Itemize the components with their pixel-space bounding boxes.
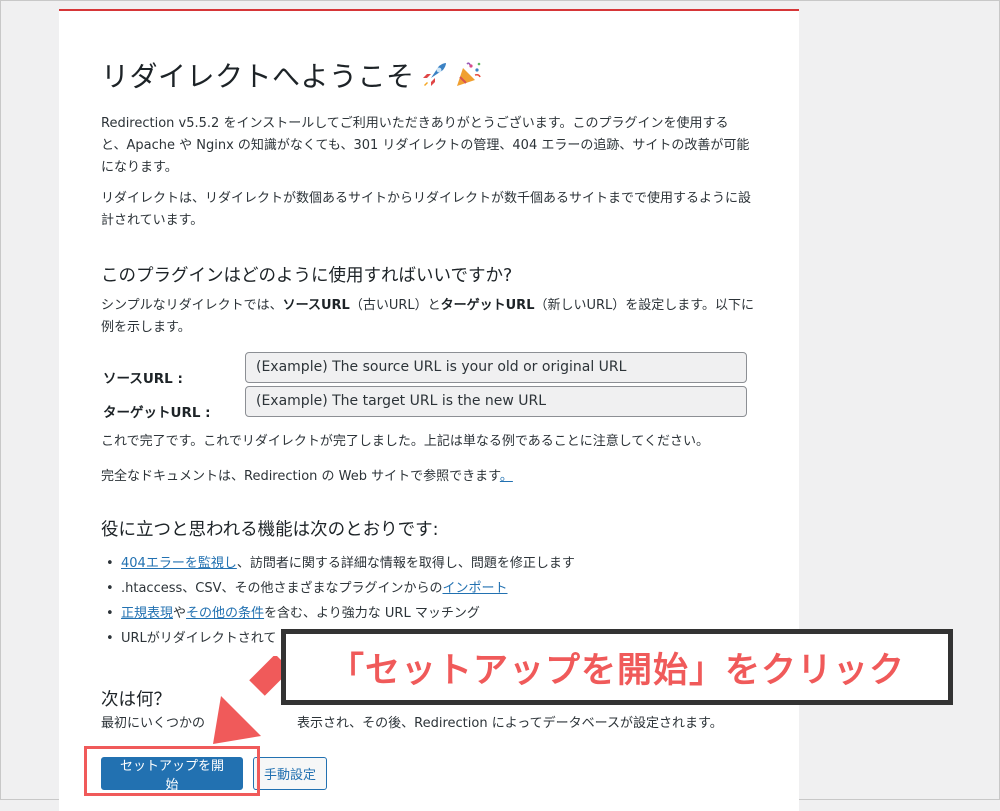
source-url-paren: （古いURL）と [349, 298, 441, 313]
feature-3-text: を含む、より強力な URL マッチング [264, 606, 480, 621]
docs-paragraph: 完全なドキュメントは、Redirection の Web サイトで参照できます。 [101, 466, 761, 488]
bullet-icon: • [106, 606, 114, 621]
simple-redirect-paragraph: シンプルなリダイレクトでは、ソースURL（古いURL）とターゲットURL（新しい… [101, 295, 761, 339]
target-url-label: ターゲットURL : [103, 405, 211, 421]
source-url-term: ソースURL [282, 298, 350, 313]
docs-link[interactable]: 。 [500, 469, 513, 484]
list-item: • 正規表現やその他の条件を含む、より強力な URL マッチング [101, 601, 575, 626]
rocket-icon [419, 60, 449, 97]
conditions-link[interactable]: その他の条件 [186, 606, 264, 621]
bullet-icon: • [106, 556, 114, 571]
feature-2-text: .htaccess、CSV、その他さまざまなプラグインからの [121, 581, 443, 596]
target-url-example-field[interactable]: (Example) The target URL is the new URL [245, 386, 747, 417]
pointer-arrow-icon [213, 656, 291, 744]
source-url-example-field[interactable]: (Example) The source URL is your old or … [245, 352, 747, 383]
source-url-label: ソースURL : [103, 371, 183, 387]
manual-setup-button[interactable]: 手動設定 [253, 757, 327, 790]
docs-text: 完全なドキュメントは、Redirection の Web サイトで参照できます [101, 469, 500, 484]
intro-paragraph: Redirection v5.5.2 をインストールしてご利用いただきありがとう… [101, 116, 750, 175]
how-to-heading: このプラグインはどのように使用すればいいですか? [101, 266, 513, 286]
scale-note-paragraph: リダイレクトは、リダイレクトが数個あるサイトからリダイレクトが数千個あるサイトま… [101, 191, 752, 228]
page-title: リダイレクトへようこそ [101, 55, 483, 97]
regex-link[interactable]: 正規表現 [121, 606, 173, 621]
import-link[interactable]: インポート [443, 581, 508, 596]
list-item: • .htaccess、CSV、その他さまざまなプラグインからのインポート [101, 576, 575, 601]
done-paragraph: これで完了です。これでリダイレクトが完了しました。上記は単なる例であることに注意… [101, 434, 710, 449]
bullet-icon: • [106, 631, 114, 646]
feature-3-mid: や [173, 606, 187, 621]
bullet-icon: • [106, 581, 114, 596]
page-title-text: リダイレクトへようこそ [101, 60, 415, 93]
party-popper-icon [453, 60, 483, 97]
list-item: • 404エラーを監視し、訪問者に関する詳細な情報を取得し、問題を修正します [101, 551, 575, 576]
manual-setup-wrapper: 手動設定 [253, 757, 327, 790]
next-text-b: 表示され、その後、Redirection によってデータベースが設定されます。 [297, 716, 723, 731]
next-paragraph: 最初にいくつかの 表示され、その後、Redirection によってデータベースが… [101, 713, 723, 735]
simple-redirect-prefix: シンプルなリダイレクトでは、 [101, 298, 283, 313]
target-url-term: ターゲットURL [440, 298, 535, 313]
annotation-callout: 「セットアップを開始」をクリック [281, 629, 953, 705]
feature-1-text: 、訪問者に関する詳細な情報を取得し、問題を修正します [236, 556, 575, 571]
features-heading: 役に立つと思われる機能は次のとおりです: [101, 520, 439, 540]
monitor-404-link[interactable]: 404エラーを監視し [121, 556, 237, 571]
feature-4-text: URLがリダイレクトされて [121, 631, 277, 646]
next-heading: 次は何？ [101, 690, 171, 710]
next-text-a: 最初にいくつかの [101, 716, 206, 731]
